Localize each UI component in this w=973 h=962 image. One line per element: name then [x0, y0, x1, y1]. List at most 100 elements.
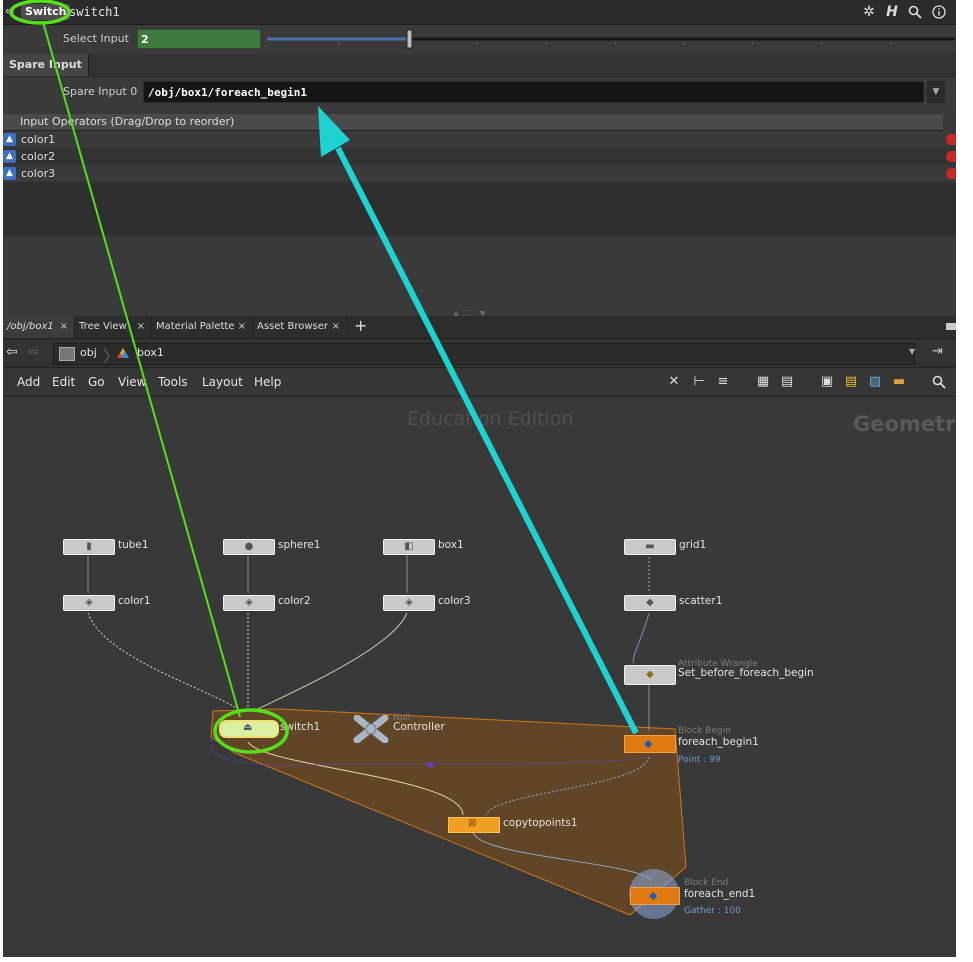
obj-context-icon: [59, 347, 75, 361]
list-item[interactable]: ▲ color1: [3, 131, 956, 148]
path-bar: ⇦ ⇨ obj 〉 box1 ▼ ⇥: [3, 339, 956, 368]
pin-icon[interactable]: ⇥: [932, 344, 943, 359]
spare-input-field[interactable]: /obj/box1/foreach_begin1: [143, 81, 924, 103]
network-editor[interactable]: Education Edition Geometry ▮ tube1 ● sph…: [3, 397, 956, 957]
menu-tools[interactable]: Tools: [158, 375, 188, 389]
node-scatter1[interactable]: ◆: [624, 595, 676, 611]
input-operator-label: color3: [21, 167, 56, 180]
forward-icon[interactable]: ⇨: [28, 344, 40, 360]
pane-tab-bar: /obj/box1 × Tree View × Material Palette × …: [3, 316, 956, 339]
tab-material-palette[interactable]: Material Palette ×: [152, 316, 253, 338]
houdini-window: ⇐ Switch switch1 ✲ H Select Input 2 Spar…: [3, 0, 956, 957]
remove-icon[interactable]: [946, 151, 956, 162]
network-box-icon[interactable]: ▣: [819, 374, 835, 390]
menu-add[interactable]: Add: [17, 375, 40, 389]
color-palette-icon[interactable]: ▦: [755, 374, 771, 390]
node-label: sphere1: [278, 539, 321, 551]
list-item[interactable]: ▲ color3: [3, 165, 956, 182]
node-color3[interactable]: ◈: [383, 595, 435, 611]
menu-view[interactable]: View: [118, 375, 146, 389]
node-copytopoints1[interactable]: ⊠: [448, 817, 500, 833]
move-up-icon[interactable]: ▲: [3, 150, 16, 163]
node-box1[interactable]: ◧: [383, 539, 435, 555]
node-switch1[interactable]: ⏏: [219, 720, 279, 738]
node-name-field[interactable]: switch1: [69, 5, 120, 19]
close-icon[interactable]: ×: [332, 316, 340, 338]
select-input-slider[interactable]: [265, 29, 955, 49]
spare-input-dropdown-icon[interactable]: ▼: [927, 81, 945, 103]
node-tube1[interactable]: ▮: [63, 539, 115, 555]
block-end-icon: ◆: [649, 889, 658, 902]
asset-icon[interactable]: ▬: [891, 374, 907, 390]
node-grid1[interactable]: ▬: [624, 539, 676, 555]
tab-asset-browser[interactable]: Asset Browser ×: [253, 316, 347, 338]
node-label: scatter1: [679, 595, 723, 607]
tab-network-obj-box1[interactable]: /obj/box1 ×: [3, 316, 75, 338]
color-icon: ◈: [405, 597, 413, 608]
node-foreach-end1[interactable]: ◆: [630, 887, 680, 905]
node-label: box1: [438, 539, 464, 551]
node-sphere1[interactable]: ●: [223, 539, 275, 555]
parameter-empty-area: ▲ ⁚⁚⁚⁚⁚⁚ ▼: [3, 234, 956, 318]
remove-icon[interactable]: [946, 134, 956, 145]
parameter-tab-strip: Spare Input: [3, 54, 956, 77]
node-color2[interactable]: ◈: [223, 595, 275, 611]
menu-help[interactable]: Help: [254, 375, 281, 389]
tree-icon[interactable]: ⊢: [691, 374, 707, 390]
list-item[interactable]: ▲ color2: [3, 148, 956, 165]
houdini-help-icon[interactable]: H: [883, 3, 901, 21]
move-up-icon[interactable]: ▲: [3, 167, 16, 180]
pane-maximize-icon[interactable]: [946, 323, 956, 330]
close-icon[interactable]: ×: [60, 316, 68, 338]
wrench-icon[interactable]: ✕: [666, 374, 682, 390]
parameter-header: ⇐ Switch switch1 ✲ H: [3, 0, 956, 25]
path-dropdown-icon[interactable]: ▼: [909, 347, 915, 356]
back-icon[interactable]: ⇦: [6, 344, 18, 360]
node-color1[interactable]: ◈: [63, 595, 115, 611]
menu-layout[interactable]: Layout: [202, 375, 243, 389]
node-type-label: Block End: [684, 878, 729, 888]
node-controller[interactable]: [353, 715, 389, 743]
tab-spare-input[interactable]: Spare Input: [3, 54, 89, 76]
node-info-badge: Gather : 100: [684, 906, 741, 916]
grid-icon: ▬: [645, 541, 655, 552]
add-tab-icon[interactable]: +: [354, 316, 367, 336]
input-operators-title: Input Operators (Drag/Drop to reorder): [20, 115, 235, 128]
block-begin-icon: ◆: [644, 737, 653, 750]
node-label: color3: [438, 595, 471, 607]
menu-go[interactable]: Go: [88, 375, 105, 389]
tab-label: Material Palette: [156, 321, 235, 332]
copy-icon: ⊠: [468, 818, 477, 829]
path-segment-box1[interactable]: box1: [137, 346, 164, 359]
search-icon[interactable]: [906, 3, 924, 21]
menu-edit[interactable]: Edit: [52, 375, 75, 389]
info-icon[interactable]: [930, 3, 948, 21]
sticky-note-icon[interactable]: ▤: [843, 374, 859, 390]
back-arrow-icon[interactable]: ⇐: [5, 4, 15, 18]
path-field[interactable]: [53, 343, 915, 365]
tab-tree-view[interactable]: Tree View ×: [75, 316, 152, 338]
node-label: color1: [118, 595, 151, 607]
node-label: Controller: [393, 721, 445, 733]
remove-icon[interactable]: [946, 168, 956, 179]
tube-icon: ▮: [86, 541, 92, 552]
scatter-icon: ◆: [646, 597, 654, 608]
shape-palette-icon[interactable]: ▤: [779, 374, 795, 390]
node-foreach-begin1[interactable]: ◆: [624, 735, 676, 753]
box-icon: ◧: [404, 541, 414, 552]
background-image-icon[interactable]: ▨: [867, 374, 883, 390]
select-input-row: Select Input 2: [3, 25, 956, 53]
tab-label: /obj/box1: [7, 321, 54, 332]
close-icon[interactable]: ×: [137, 316, 145, 338]
path-segment-obj[interactable]: obj: [80, 346, 97, 359]
move-up-icon[interactable]: ▲: [3, 133, 16, 146]
input-operators-header: Input Operators (Drag/Drop to reorder): [3, 114, 943, 131]
node-set-before-foreach-begin[interactable]: ◆: [624, 665, 676, 685]
select-input-field[interactable]: 2: [137, 29, 261, 49]
network-search-icon[interactable]: [931, 374, 947, 390]
close-icon[interactable]: ×: [238, 316, 246, 338]
list-view-icon[interactable]: ≡: [715, 374, 731, 390]
gear-icon[interactable]: ✲: [860, 3, 878, 21]
input-operator-label: color2: [21, 150, 56, 163]
node-type-label: Block Begin: [678, 726, 731, 736]
